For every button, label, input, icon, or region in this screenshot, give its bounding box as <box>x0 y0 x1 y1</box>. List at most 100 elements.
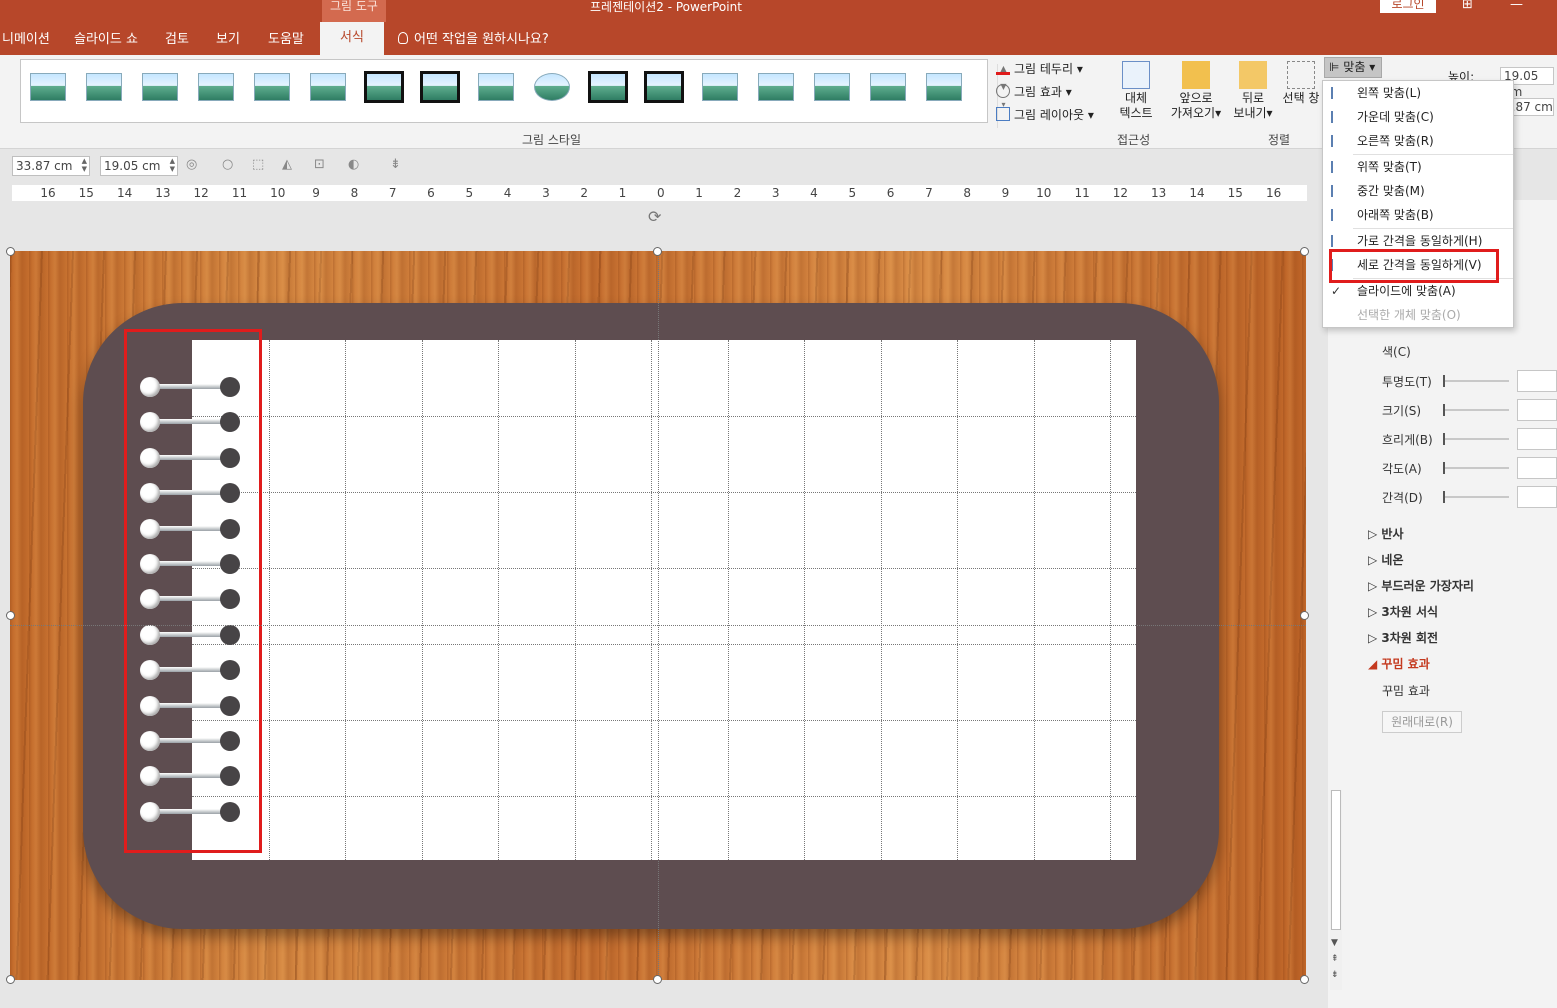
login-button[interactable]: 로그인 <box>1380 0 1436 13</box>
picture-style-2[interactable] <box>83 70 125 106</box>
picture-styles-group-label: 그림 스타일 <box>522 133 582 147</box>
glow-section[interactable]: ▷ 네온 <box>1368 551 1404 568</box>
size-slider[interactable] <box>1443 404 1509 416</box>
picture-style-5[interactable] <box>251 70 293 106</box>
picture-style-12[interactable] <box>643 70 685 106</box>
distance-input[interactable] <box>1517 486 1557 508</box>
picture-style-6[interactable] <box>307 70 349 106</box>
shape-outline-icon[interactable]: ○ <box>222 158 240 172</box>
rotate-handle-icon[interactable]: ⟳ <box>648 207 661 226</box>
transparency-slider[interactable] <box>1443 375 1509 387</box>
grid-line <box>345 340 346 860</box>
menu-align-bottom[interactable]: 아래쪽 맞춤(B) <box>1323 203 1513 227</box>
picture-style-17[interactable] <box>923 70 965 106</box>
picture-style-16[interactable] <box>867 70 909 106</box>
resize-handle-bottom[interactable] <box>653 975 662 984</box>
menu-align-selected-objects[interactable]: 선택한 개체 맞춤(O) <box>1323 303 1513 327</box>
tab-slideshow[interactable]: 슬라이드 쇼 <box>74 28 138 47</box>
picture-style-9[interactable] <box>475 70 517 106</box>
toolbar-more-icon[interactable]: ⇟ <box>390 158 408 172</box>
tab-animations[interactable]: 니메이션 <box>2 28 50 47</box>
resize-handle-top-right[interactable] <box>1300 247 1309 256</box>
rotation-3d-section[interactable]: ▷ 3차원 회전 <box>1368 629 1438 646</box>
picture-style-10[interactable] <box>531 70 573 106</box>
format-toolbar: 33.87 cm ▲ ▼ 19.05 cm ▲ ▼ ◎ ○ ⬚ ◭ ⊡ ◐ ⇟ <box>0 150 1320 180</box>
reflection-section[interactable]: ▷ 반사 <box>1368 525 1404 542</box>
menu-align-center[interactable]: 가운데 맞춤(C) <box>1323 105 1513 129</box>
picture-style-15[interactable] <box>811 70 853 106</box>
soft-edges-section[interactable]: ▷ 부드러운 가장자리 <box>1368 577 1474 594</box>
scrollbar-thumb[interactable] <box>1331 790 1341 930</box>
resize-handle-right[interactable] <box>1300 611 1309 620</box>
angle-input[interactable] <box>1517 457 1557 479</box>
ruler-label: 5 <box>848 186 857 200</box>
shape-fill-icon[interactable]: ◭ <box>282 158 300 172</box>
grid-line <box>498 340 499 860</box>
picture-style-8[interactable] <box>419 70 461 106</box>
picture-style-1[interactable] <box>27 70 69 106</box>
angle-slider[interactable] <box>1443 462 1509 474</box>
menu-align-left[interactable]: 왼쪽 맞춤(L) <box>1323 81 1513 105</box>
scroll-arrows-icon[interactable]: ▼ ⇞ ⇟ <box>1331 935 1339 983</box>
slide-canvas[interactable] <box>10 251 1306 980</box>
picture-border-button[interactable]: 그림 테두리 ▾ <box>996 60 1083 77</box>
resize-handle-top[interactable] <box>653 247 662 256</box>
bring-forward-button[interactable]: 앞으로 가져오기▾ <box>1166 61 1226 121</box>
size-input[interactable] <box>1517 399 1557 421</box>
alt-text-button[interactable]: 대체 텍스트 <box>1118 61 1154 121</box>
resize-handle-top-left[interactable] <box>6 247 15 256</box>
minimize-icon[interactable]: — <box>1510 0 1523 12</box>
title-bar: 그림 도구 프레젠테이션2 - PowerPoint 로그인 ⊞ — 니메이션 … <box>0 0 1557 55</box>
tab-review[interactable]: 검토 <box>165 28 189 47</box>
artistic-effects-section[interactable]: ◢ 꾸밈 효과 <box>1368 655 1430 672</box>
picture-style-14[interactable] <box>755 70 797 106</box>
picture-style-3[interactable] <box>139 70 181 106</box>
picture-style-13[interactable] <box>699 70 741 106</box>
blur-input[interactable] <box>1517 428 1557 450</box>
menu-align-middle[interactable]: 중간 맞춤(M) <box>1323 179 1513 203</box>
spinner-arrows-icon[interactable]: ▲ ▼ <box>170 157 175 173</box>
tab-view[interactable]: 보기 <box>216 28 240 47</box>
resize-handle-bottom-left[interactable] <box>6 975 15 984</box>
picture-style-11[interactable] <box>587 70 629 106</box>
edit-shape-icon[interactable]: ⬚ <box>252 158 270 172</box>
ruler-label: 7 <box>388 186 397 200</box>
picture-effects-button[interactable]: 그림 효과 ▾ <box>996 83 1072 100</box>
reset-button[interactable]: 원래대로(R) <box>1382 711 1462 733</box>
tab-format[interactable]: 서식 <box>320 22 384 55</box>
picture-layout-button[interactable]: 그림 레이아웃 ▾ <box>996 106 1094 123</box>
soft-edges-label: 부드러운 가장자리 <box>1381 579 1474 593</box>
menu-align-top[interactable]: 위쪽 맞춤(T) <box>1323 155 1513 179</box>
menu-align-right[interactable]: 오른쪽 맞춤(R) <box>1323 129 1513 153</box>
format-3d-section[interactable]: ▷ 3차원 서식 <box>1368 603 1438 620</box>
picture-style-4[interactable] <box>195 70 237 106</box>
grid-paper[interactable] <box>192 340 1136 860</box>
resize-handle-left[interactable] <box>6 611 15 620</box>
grid-line <box>574 340 576 860</box>
shape-height-spinner[interactable]: 19.05 cm ▲ ▼ <box>100 156 178 176</box>
ruler-label: 8 <box>350 186 359 200</box>
selection-pane-button[interactable]: 선택 창 <box>1278 61 1324 106</box>
window-title: 프레젠테이션2 - PowerPoint <box>590 0 742 14</box>
distance-slider[interactable] <box>1443 491 1509 503</box>
menu-label: 위쪽 맞춤(T) <box>1357 160 1422 174</box>
send-backward-button[interactable]: 뒤로 보내기▾ <box>1230 61 1276 121</box>
tell-me-search[interactable]: 어떤 작업을 원하시나요? <box>398 28 549 47</box>
spinner-arrows-icon[interactable]: ▲ ▼ <box>82 157 87 173</box>
transparency-input[interactable] <box>1517 370 1557 392</box>
resize-handle-bottom-right[interactable] <box>1300 975 1309 984</box>
align-dropdown-button[interactable]: ⊫ 맞춤 ▾ <box>1324 57 1382 78</box>
grid-line <box>421 340 423 860</box>
shape-width-spinner[interactable]: 33.87 cm ▲ ▼ <box>12 156 90 176</box>
blur-slider[interactable] <box>1443 433 1509 445</box>
bring-forward-icon <box>1182 61 1210 89</box>
ribbon-display-options-icon[interactable]: ⊞ <box>1462 0 1473 12</box>
spiral-ring <box>140 660 244 681</box>
tab-help[interactable]: 도움말 <box>268 28 304 47</box>
merge-shapes-icon[interactable]: ◎ <box>186 158 204 172</box>
shape-effects-icon[interactable]: ◐ <box>348 158 366 172</box>
picture-style-7[interactable] <box>363 70 405 106</box>
crop-icon[interactable]: ⊡ <box>314 158 332 172</box>
size-label: 크기(S) <box>1382 404 1422 418</box>
grid-line <box>651 340 652 860</box>
